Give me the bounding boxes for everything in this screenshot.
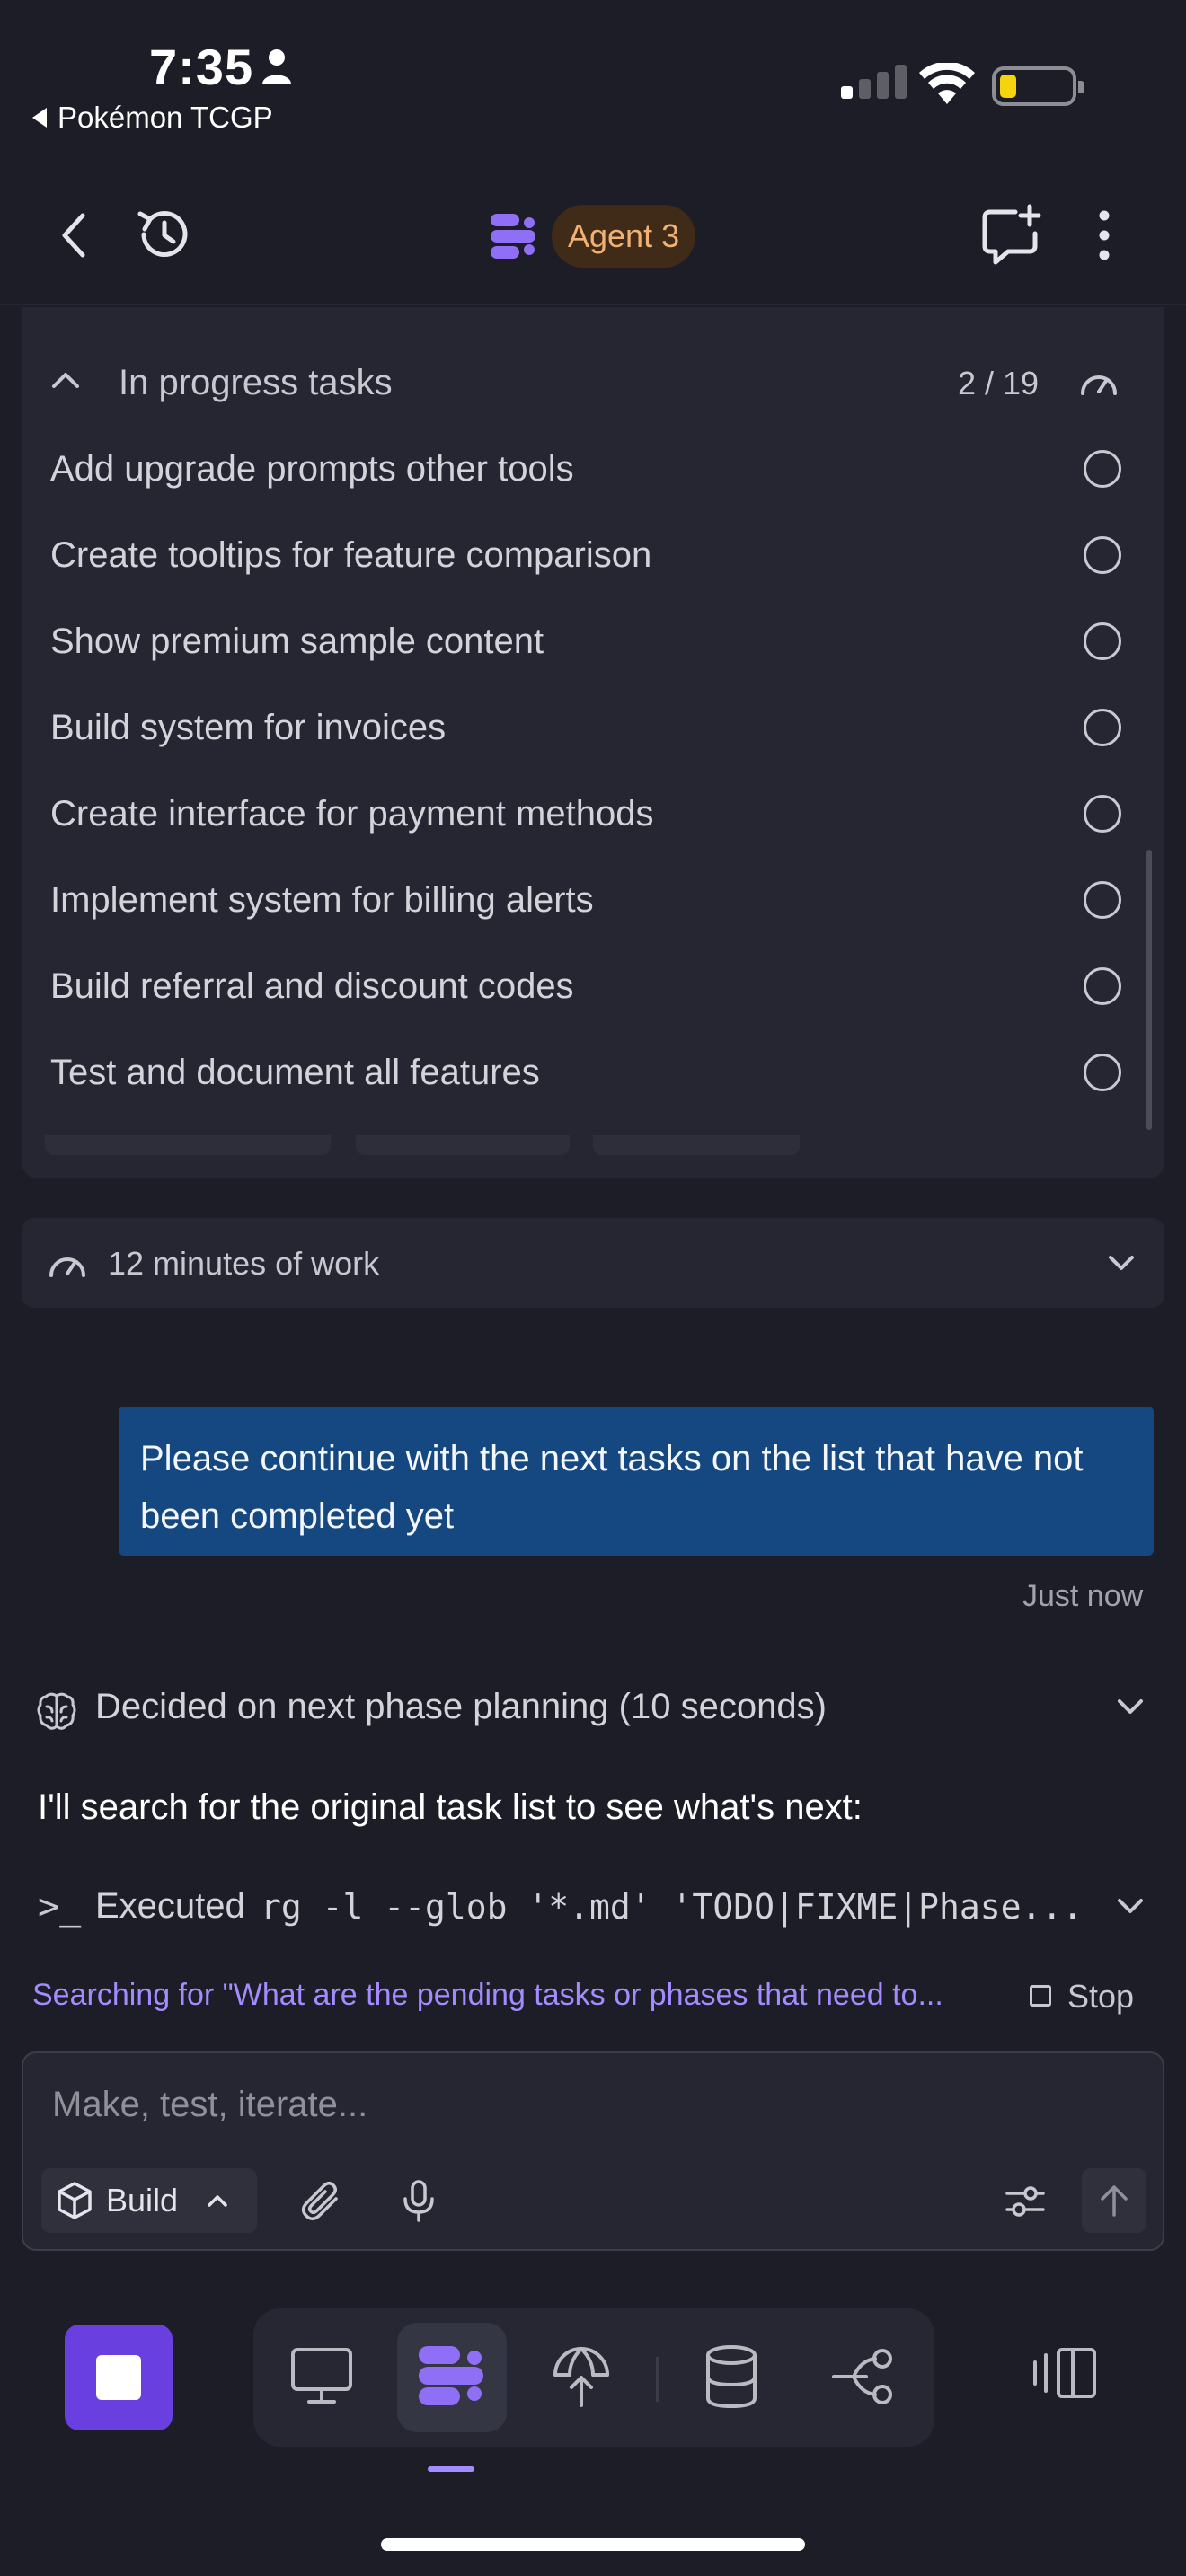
chevron-down-icon[interactable] (1107, 1254, 1136, 1272)
wifi-icon (918, 63, 976, 106)
arrow-up-icon (1099, 2183, 1129, 2218)
hidden-chip (593, 1135, 800, 1155)
task-label: Create tooltips for feature comparison (50, 534, 652, 575)
task-label: Show premium sample content (50, 621, 544, 661)
paperclip-icon[interactable] (302, 2181, 341, 2222)
panes-icon[interactable] (1031, 2346, 1100, 2400)
database-icon[interactable] (703, 2344, 760, 2409)
task-label: Test and document all features (50, 1052, 540, 1092)
person-icon (261, 49, 293, 84)
back-app-label: Pokémon TCGP (58, 101, 273, 134)
task-label: Create interface for payment methods (50, 793, 654, 834)
chevron-up-icon[interactable] (50, 370, 81, 390)
task-row[interactable]: Build system for invoices (50, 684, 1125, 771)
task-status-circle[interactable] (1084, 881, 1121, 919)
back-triangle-icon (32, 108, 47, 128)
stop-agent-button[interactable] (65, 2325, 173, 2430)
task-status-circle[interactable] (1084, 1054, 1121, 1091)
exec-command[interactable]: rg -l --glob '*.md' 'TODO|FIXME|Phase... (261, 1887, 1083, 1927)
brain-icon (36, 1690, 77, 1732)
cellular-signal-icon (841, 65, 907, 99)
back-to-app-link[interactable]: Pokémon TCGP (32, 101, 273, 135)
exec-label[interactable]: Executed (95, 1886, 245, 1927)
gauge-icon (1078, 366, 1120, 397)
tasks-scrollbar[interactable] (1146, 850, 1152, 1130)
terminal-icon: >_ (38, 1886, 82, 1928)
task-label: Implement system for billing alerts (50, 879, 594, 920)
mode-selector-button[interactable]: Build (41, 2168, 257, 2233)
chevron-down-icon[interactable] (1116, 1897, 1145, 1915)
battery-icon (992, 66, 1084, 106)
history-icon[interactable] (133, 203, 196, 266)
agent-nav-icon[interactable] (417, 2344, 485, 2407)
user-message: Please continue with the next tasks on t… (119, 1407, 1154, 1556)
nav-selected-underline (428, 2466, 474, 2472)
deploy-icon[interactable] (550, 2344, 613, 2409)
task-row[interactable]: Show premium sample content (50, 598, 1125, 684)
settings-sliders-icon[interactable] (1005, 2184, 1046, 2219)
task-row[interactable]: Test and document all features (50, 1029, 1125, 1116)
task-row[interactable]: Create interface for payment methods (50, 771, 1125, 857)
new-chat-icon[interactable] (979, 203, 1044, 268)
gauge-icon (47, 1248, 88, 1279)
more-vertical-icon[interactable] (1091, 208, 1118, 262)
message-timestamp: Just now (1022, 1579, 1144, 1613)
agent-message: I'll search for the original task list t… (38, 1787, 863, 1827)
task-row[interactable]: Build referral and discount codes (50, 943, 1125, 1029)
task-status-circle[interactable] (1084, 967, 1121, 1005)
home-indicator[interactable] (381, 2538, 805, 2551)
task-status-circle[interactable] (1084, 622, 1121, 660)
task-status-circle[interactable] (1084, 450, 1121, 488)
task-status-circle[interactable] (1084, 536, 1121, 574)
chevron-down-icon[interactable] (1116, 1698, 1145, 1716)
stop-icon (96, 2355, 141, 2400)
stop-square-icon[interactable] (1030, 1985, 1051, 2007)
preview-monitor-icon[interactable] (289, 2344, 354, 2407)
task-label: Build referral and discount codes (50, 966, 574, 1006)
task-row[interactable]: Create tooltips for feature comparison (50, 512, 1125, 598)
task-status-circle[interactable] (1084, 795, 1121, 833)
work-summary-label: 12 minutes of work (108, 1245, 380, 1282)
task-row[interactable]: Implement system for billing alerts (50, 857, 1125, 943)
thinking-summary[interactable]: Decided on next phase planning (10 secon… (95, 1687, 827, 1727)
agent-name-badge[interactable]: Agent 3 (552, 205, 696, 268)
mode-label: Build (106, 2182, 179, 2219)
hidden-chip (45, 1135, 331, 1155)
task-row[interactable]: Add upgrade prompts other tools (50, 426, 1125, 512)
send-button[interactable] (1082, 2168, 1146, 2233)
agent-logo-icon (489, 212, 537, 260)
tasks-count: 2 / 19 (958, 365, 1040, 401)
header-divider (0, 304, 1186, 305)
nav-divider (656, 2357, 659, 2402)
chevron-up-icon (207, 2193, 228, 2208)
task-label: Build system for invoices (50, 707, 447, 747)
hidden-chip (356, 1135, 570, 1155)
cube-icon (56, 2181, 93, 2220)
git-branch-icon[interactable] (830, 2344, 898, 2409)
microphone-icon[interactable] (401, 2179, 437, 2222)
stop-button[interactable]: Stop (1067, 1978, 1134, 2016)
message-input[interactable] (52, 2082, 951, 2127)
searching-status: Searching for "What are the pending task… (32, 1978, 943, 2012)
task-status-circle[interactable] (1084, 709, 1121, 746)
task-label: Add upgrade prompts other tools (50, 448, 574, 489)
status-time: 7:35 (149, 39, 254, 95)
chevron-left-icon[interactable] (56, 208, 92, 262)
tasks-title[interactable]: In progress tasks (119, 363, 393, 403)
